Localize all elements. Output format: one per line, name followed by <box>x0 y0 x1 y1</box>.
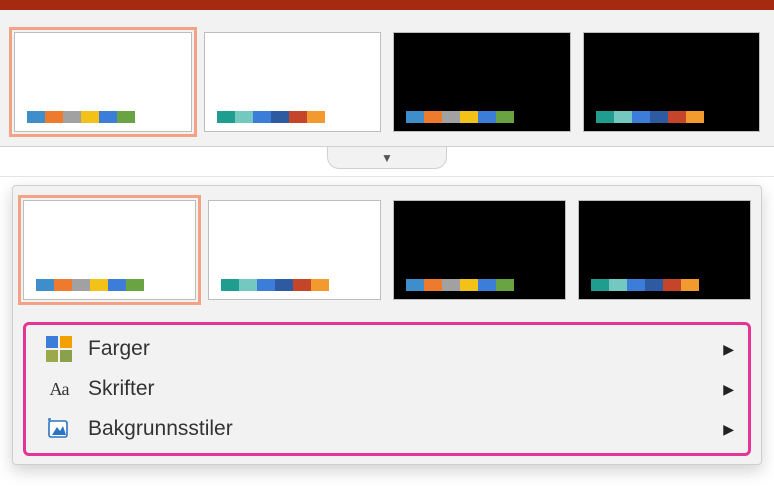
color-swatch <box>257 279 275 291</box>
color-swatch <box>460 279 478 291</box>
color-swatch <box>126 279 144 291</box>
color-swatch <box>72 279 90 291</box>
color-swatch <box>645 279 663 291</box>
theme-variant-thumb[interactable] <box>578 200 751 300</box>
color-swatch <box>609 279 627 291</box>
color-swatch <box>293 279 311 291</box>
theme-expander-strip: ▼ <box>0 147 774 177</box>
theme-variant-thumb[interactable] <box>208 200 381 300</box>
color-swatch <box>63 111 81 123</box>
color-swatch <box>632 111 650 123</box>
color-swatch <box>90 279 108 291</box>
color-swatch <box>289 111 307 123</box>
color-swatch <box>591 279 609 291</box>
background-icon <box>44 415 74 443</box>
color-swatch <box>460 111 478 123</box>
colors-menu-item[interactable]: Farger ▶ <box>26 329 748 369</box>
theme-dropdown-panel: Farger ▶ Aa Skrifter ▶ Bakgrunnsstiler ▶ <box>12 185 762 465</box>
background-styles-menu-item[interactable]: Bakgrunnsstiler ▶ <box>26 409 748 449</box>
color-swatch <box>406 279 424 291</box>
color-swatch <box>217 111 235 123</box>
colors-icon <box>44 335 74 363</box>
color-swatch <box>235 111 253 123</box>
chevron-down-icon: ▼ <box>381 151 393 165</box>
color-swatch <box>668 111 686 123</box>
chevron-right-icon: ▶ <box>723 421 734 438</box>
theme-swatch-row <box>591 279 699 291</box>
theme-gallery-dropdown <box>23 200 751 314</box>
theme-swatch-row <box>406 111 514 123</box>
color-swatch <box>663 279 681 291</box>
theme-variant-thumb[interactable] <box>583 32 761 132</box>
theme-gallery-top <box>0 10 774 147</box>
color-swatch <box>239 279 257 291</box>
fonts-menu-label: Skrifter <box>88 377 155 401</box>
theme-swatch-row <box>221 279 329 291</box>
color-swatch <box>627 279 645 291</box>
fonts-icon: Aa <box>44 375 74 403</box>
chevron-right-icon: ▶ <box>723 341 734 358</box>
color-swatch <box>596 111 614 123</box>
color-swatch <box>478 111 496 123</box>
color-swatch <box>45 111 63 123</box>
theme-variant-thumb[interactable] <box>204 32 382 132</box>
color-swatch <box>681 279 699 291</box>
theme-swatch-row <box>217 111 325 123</box>
color-swatch <box>99 111 117 123</box>
color-swatch <box>650 111 668 123</box>
color-swatch <box>253 111 271 123</box>
theme-swatch-row <box>596 111 704 123</box>
color-swatch <box>496 111 514 123</box>
color-swatch <box>221 279 239 291</box>
app-accent-bar <box>0 0 774 10</box>
theme-variant-thumb[interactable] <box>393 32 571 132</box>
color-swatch <box>271 111 289 123</box>
theme-swatch-row <box>27 111 135 123</box>
color-swatch <box>496 279 514 291</box>
colors-menu-label: Farger <box>88 337 150 361</box>
color-swatch <box>311 279 329 291</box>
color-swatch <box>307 111 325 123</box>
color-swatch <box>27 111 45 123</box>
color-swatch <box>686 111 704 123</box>
chevron-right-icon: ▶ <box>723 381 734 398</box>
color-swatch <box>478 279 496 291</box>
color-swatch <box>424 111 442 123</box>
theme-expander-button[interactable]: ▼ <box>327 147 447 169</box>
color-swatch <box>424 279 442 291</box>
theme-variant-thumb[interactable] <box>14 32 192 132</box>
color-swatch <box>442 111 460 123</box>
color-swatch <box>54 279 72 291</box>
theme-submenu-area: Farger ▶ Aa Skrifter ▶ Bakgrunnsstiler ▶ <box>23 322 751 456</box>
color-swatch <box>36 279 54 291</box>
color-swatch <box>442 279 460 291</box>
theme-swatch-row <box>36 279 144 291</box>
background-styles-menu-label: Bakgrunnsstiler <box>88 417 233 441</box>
color-swatch <box>117 111 135 123</box>
color-swatch <box>81 111 99 123</box>
theme-variant-thumb[interactable] <box>393 200 566 300</box>
color-swatch <box>614 111 632 123</box>
theme-variant-thumb[interactable] <box>23 200 196 300</box>
theme-swatch-row <box>406 279 514 291</box>
color-swatch <box>406 111 424 123</box>
color-swatch <box>275 279 293 291</box>
fonts-menu-item[interactable]: Aa Skrifter ▶ <box>26 369 748 409</box>
color-swatch <box>108 279 126 291</box>
